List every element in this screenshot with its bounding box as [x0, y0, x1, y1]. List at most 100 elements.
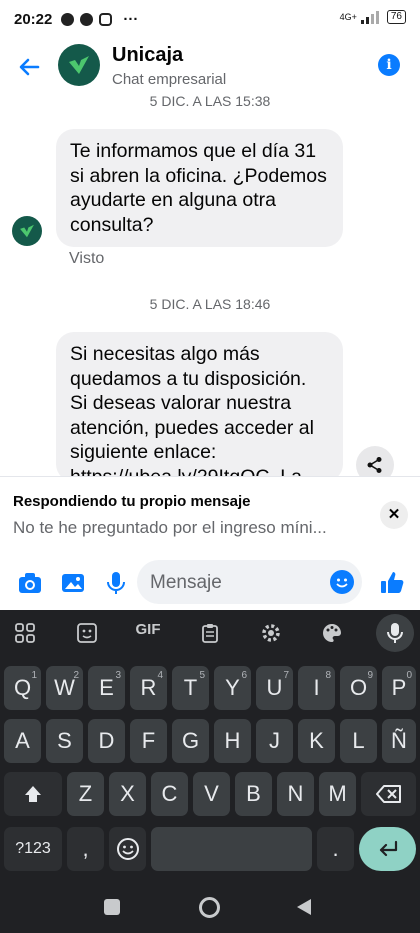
chat-header: Unicaja Chat empresarial i — [0, 38, 420, 96]
key-label: P — [391, 675, 407, 700]
share-icon — [367, 457, 382, 473]
key-hint: 0 — [406, 670, 412, 681]
key-f[interactable]: F — [130, 719, 167, 763]
battery-indicator: 76 — [386, 10, 406, 24]
enter-icon — [379, 840, 397, 857]
status-bar: 20:22 ··· 4G+ 76 — [0, 0, 420, 38]
system-navigation-bar — [0, 878, 420, 933]
key-y[interactable]: Y6 — [214, 666, 251, 710]
key-d[interactable]: D — [88, 719, 125, 763]
key-hint: 3 — [115, 670, 121, 681]
key-p[interactable]: P0 — [382, 666, 416, 710]
back-arrow-icon[interactable] — [14, 52, 44, 82]
key-label: Y — [225, 675, 240, 700]
clock: 20:22 — [14, 10, 53, 28]
key-b[interactable]: B — [235, 772, 272, 816]
gallery-icon[interactable] — [60, 570, 86, 596]
symbols-key[interactable]: ?123 — [4, 827, 62, 871]
system-indicators: 4G+ 76 — [340, 10, 406, 24]
seen-status: Visto — [69, 250, 105, 267]
close-reply-button[interactable]: ✕ — [380, 501, 408, 529]
message-bubble[interactable]: Si necesitas algo más quedamos a tu disp… — [56, 332, 343, 482]
microphone-icon[interactable] — [103, 570, 129, 596]
sender-avatar — [12, 216, 42, 246]
clipboard-icon[interactable] — [199, 622, 221, 644]
key-hint: 5 — [199, 670, 205, 681]
keyboard-microphone-icon — [387, 623, 403, 643]
key-k[interactable]: K — [298, 719, 335, 763]
key-hint: 6 — [241, 670, 247, 681]
key-hint: 4 — [157, 670, 163, 681]
shift-key[interactable] — [4, 772, 62, 816]
key-e[interactable]: E3 — [88, 666, 125, 710]
key-z[interactable]: Z — [67, 772, 104, 816]
key-v[interactable]: V — [193, 772, 230, 816]
key-n-tilde[interactable]: Ñ — [382, 719, 416, 763]
key-h[interactable]: H — [214, 719, 251, 763]
key-hint: 1 — [31, 670, 37, 681]
key-label: Q — [13, 675, 32, 700]
emoji-icon[interactable] — [330, 570, 354, 594]
messenger-notification-icon — [61, 12, 75, 26]
recents-button[interactable] — [104, 899, 120, 915]
key-u[interactable]: U7 — [256, 666, 293, 710]
backspace-icon — [375, 785, 401, 803]
key-a[interactable]: A — [4, 719, 41, 763]
instagram-notification-icon — [99, 12, 113, 26]
camera-icon[interactable] — [17, 570, 43, 596]
network-label: 4G+ — [339, 12, 357, 22]
settings-gear-icon[interactable] — [260, 622, 282, 644]
key-label: W — [54, 675, 75, 700]
apps-grid-icon[interactable] — [14, 622, 36, 644]
enter-key[interactable] — [359, 827, 416, 871]
message-input[interactable]: Mensaje — [137, 560, 362, 604]
key-i[interactable]: I8 — [298, 666, 335, 710]
message-placeholder: Mensaje — [150, 572, 222, 593]
emoji-key[interactable] — [109, 827, 146, 871]
gif-button[interactable]: GIF — [131, 621, 165, 638]
facebook-notification-icon — [80, 12, 94, 26]
unicaja-logo[interactable] — [58, 44, 100, 86]
key-label: O — [349, 675, 368, 700]
key-g[interactable]: G — [172, 719, 209, 763]
key-hint: 7 — [283, 670, 289, 681]
backspace-key[interactable] — [361, 772, 416, 816]
more-notifications-icon: ··· — [123, 10, 139, 28]
theme-palette-icon[interactable] — [321, 622, 343, 644]
key-label: I — [313, 675, 320, 700]
key-label: R — [140, 675, 157, 700]
key-label: T — [183, 675, 198, 700]
key-n[interactable]: N — [277, 772, 314, 816]
space-bar[interactable] — [151, 827, 312, 871]
key-w[interactable]: W2 — [46, 666, 83, 710]
period-key[interactable]: . — [317, 827, 354, 871]
comma-key[interactable]: , — [67, 827, 104, 871]
key-hint: 9 — [367, 670, 373, 681]
thumbs-up-icon[interactable] — [379, 570, 405, 596]
key-hint: 8 — [325, 670, 331, 681]
shift-icon — [25, 786, 41, 802]
key-label: E — [99, 675, 114, 700]
info-icon[interactable]: i — [378, 54, 400, 76]
key-c[interactable]: C — [151, 772, 188, 816]
key-l[interactable]: L — [340, 719, 377, 763]
keyboard-toolbar: GIF — [0, 610, 420, 658]
key-r[interactable]: R4 — [130, 666, 167, 710]
chat-title[interactable]: Unicaja — [112, 44, 183, 67]
voice-input-button[interactable] — [376, 614, 414, 652]
key-label: U — [266, 675, 283, 700]
key-m[interactable]: M — [319, 772, 356, 816]
key-t[interactable]: T5 — [172, 666, 209, 710]
message-bubble[interactable]: Te informamos que el día 31 si abren la … — [56, 129, 343, 247]
sticker-icon[interactable] — [76, 622, 98, 644]
message-timestamp: 5 DIC. A LAS 18:46 — [149, 296, 271, 312]
reply-preview: Respondiendo tu propio mensaje No te he … — [0, 476, 420, 556]
key-s[interactable]: S — [46, 719, 83, 763]
key-o[interactable]: O9 — [340, 666, 377, 710]
back-nav-icon[interactable] — [296, 898, 312, 916]
key-hint: 2 — [73, 670, 79, 681]
home-button[interactable] — [199, 897, 220, 918]
key-q[interactable]: Q1 — [4, 666, 41, 710]
key-j[interactable]: J — [256, 719, 293, 763]
key-x[interactable]: X — [109, 772, 146, 816]
